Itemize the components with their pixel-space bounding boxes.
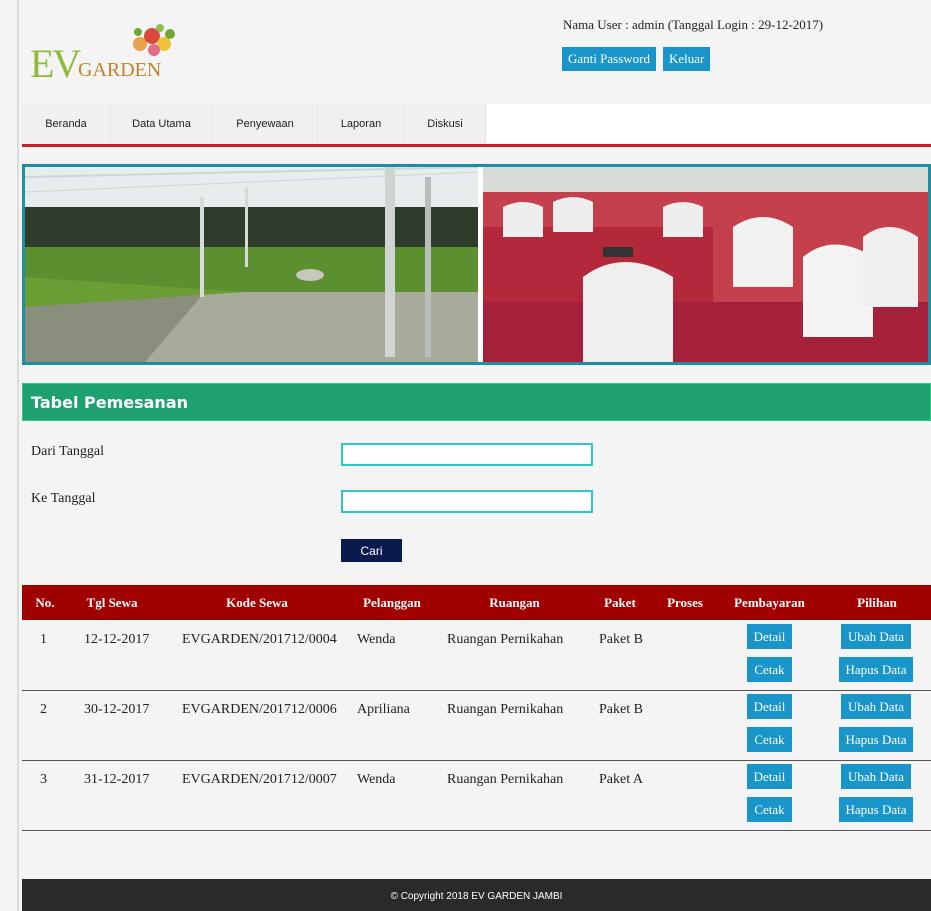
search-button[interactable]: Cari <box>341 539 402 562</box>
page-frame-edge <box>17 0 19 911</box>
copyright-text: © Copyright 2018 EV GARDEN JAMBI <box>390 891 563 902</box>
th-date: Tgl Sewa <box>86 595 138 610</box>
logo-ev-text: EV <box>30 41 81 86</box>
cell-package: Paket B <box>599 702 643 717</box>
nav-item-data-utama[interactable]: Data Utama <box>111 104 213 144</box>
table-header: No. Tgl Sewa Kode Sewa Pelanggan Ruangan… <box>22 585 931 620</box>
nav-item-penyewaan[interactable]: Penyewaan <box>213 104 318 144</box>
cell-no: 1 <box>40 632 47 647</box>
detail-button[interactable]: Detail <box>747 764 792 789</box>
cell-package: Paket A <box>599 772 643 787</box>
cell-date: 31-12-2017 <box>84 772 150 787</box>
nav-item-beranda[interactable]: Beranda <box>22 104 111 144</box>
cell-room: Ruangan Pernikahan <box>447 772 564 787</box>
to-date-input[interactable] <box>341 490 593 513</box>
cell-customer: Wenda <box>357 772 396 787</box>
cell-room: Ruangan Pernikahan <box>447 702 564 717</box>
banquet-hall-photo <box>483 167 928 362</box>
print-button[interactable]: Cetak <box>747 657 792 682</box>
th-code: Kode Sewa <box>226 595 288 610</box>
cell-no: 3 <box>40 772 47 787</box>
cell-code: EVGARDEN/201712/0006 <box>182 702 337 717</box>
th-process: Proses <box>667 595 703 610</box>
cell-customer: Wenda <box>357 632 396 647</box>
table-row: 1 12-12-2017 EVGARDEN/201712/0004 Wenda … <box>22 620 931 691</box>
garden-venue-photo <box>25 167 478 362</box>
print-button[interactable]: Cetak <box>747 797 792 822</box>
delete-button[interactable]: Hapus Data <box>839 797 913 822</box>
to-date-label: Ke Tanggal <box>31 491 96 506</box>
edit-button[interactable]: Ubah Data <box>841 764 911 789</box>
flower-bouquet-icon <box>133 24 175 56</box>
th-room: Ruangan <box>489 595 540 610</box>
logout-button[interactable]: Keluar <box>663 47 711 71</box>
nav-item-diskusi[interactable]: Diskusi <box>405 104 486 144</box>
from-date-input[interactable] <box>341 443 593 466</box>
cell-code: EVGARDEN/201712/0004 <box>182 632 337 647</box>
table-row: 3 31-12-2017 EVGARDEN/201712/0007 Wenda … <box>22 760 931 831</box>
main-nav: Beranda Data Utama Penyewaan Laporan Dis… <box>22 104 931 147</box>
print-button[interactable]: Cetak <box>747 727 792 752</box>
section-title: Tabel Pemesanan <box>31 393 189 412</box>
footer: © Copyright 2018 EV GARDEN JAMBI <box>22 879 931 911</box>
hero-banner <box>22 164 931 365</box>
cell-date: 12-12-2017 <box>84 632 150 647</box>
cell-room: Ruangan Pernikahan <box>447 632 564 647</box>
user-info: Nama User : admin (Tanggal Login : 29-12… <box>563 17 824 32</box>
change-password-button[interactable]: Ganti Password <box>562 47 656 71</box>
delete-button[interactable]: Hapus Data <box>839 657 913 682</box>
cell-no: 2 <box>40 702 47 717</box>
th-customer: Pelanggan <box>363 595 421 610</box>
section-header: Tabel Pemesanan <box>22 383 931 421</box>
cell-package: Paket B <box>599 632 643 647</box>
edit-button[interactable]: Ubah Data <box>841 624 911 649</box>
th-payment: Pembayaran <box>734 595 805 610</box>
table-row: 2 30-12-2017 EVGARDEN/201712/0006 Aprili… <box>22 690 931 761</box>
logo-garden-text: GARDEN <box>78 59 162 81</box>
cell-date: 30-12-2017 <box>84 702 150 717</box>
th-no: No. <box>35 595 55 610</box>
cell-code: EVGARDEN/201712/0007 <box>182 772 337 787</box>
cell-customer: Apriliana <box>357 702 410 717</box>
th-package: Paket <box>604 595 636 610</box>
detail-button[interactable]: Detail <box>747 624 792 649</box>
delete-button[interactable]: Hapus Data <box>839 727 913 752</box>
detail-button[interactable]: Detail <box>747 694 792 719</box>
site-logo[interactable]: EV GARDEN <box>30 22 190 84</box>
th-options: Pilihan <box>857 595 897 610</box>
edit-button[interactable]: Ubah Data <box>841 694 911 719</box>
from-date-label: Dari Tanggal <box>31 444 105 459</box>
nav-item-laporan[interactable]: Laporan <box>318 104 405 144</box>
